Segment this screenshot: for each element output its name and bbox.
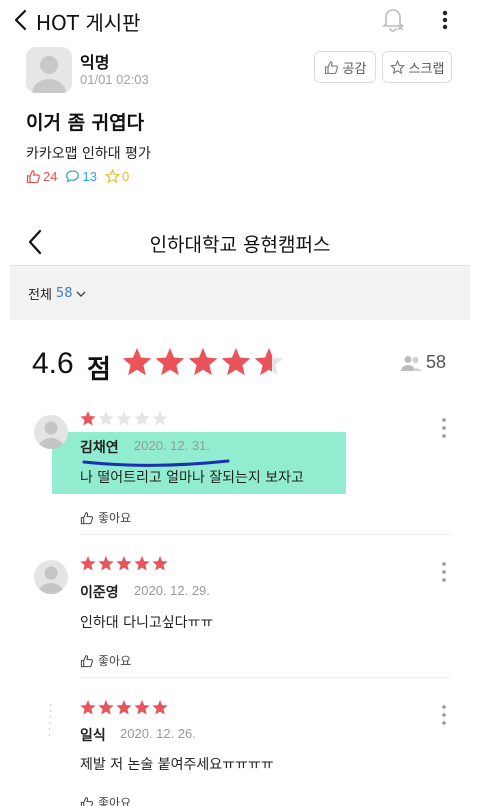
review-divider bbox=[80, 534, 450, 535]
rating-unit: 점 bbox=[87, 355, 111, 385]
review-text: 인하대 다니고싶다ㅠㅠ bbox=[80, 615, 214, 631]
comment-stat: 13 bbox=[65, 169, 97, 184]
reviewer-avatar bbox=[34, 415, 68, 449]
post-author: 익명 bbox=[80, 53, 110, 72]
star-filled-icon bbox=[152, 556, 168, 571]
review-date: 2020. 12. 31. bbox=[134, 438, 210, 453]
scrap-stat: 0 bbox=[104, 169, 130, 184]
like-button-label: 공감 bbox=[342, 61, 367, 77]
star-filled-icon bbox=[80, 411, 96, 426]
back-arrow-icon[interactable] bbox=[10, 6, 36, 34]
chevron-down-icon bbox=[76, 290, 86, 298]
board-title: HOT 게시판 bbox=[36, 11, 141, 35]
review-text: 나 떨어트리고 얼마나 잘되는지 보자고 bbox=[80, 470, 304, 486]
review-like-button: 좋아요 bbox=[80, 509, 131, 526]
star-empty-icon bbox=[116, 411, 132, 426]
star-empty-icon bbox=[134, 411, 150, 426]
reviewer-count-value: 58 bbox=[426, 352, 447, 372]
star-filled-icon bbox=[188, 348, 218, 376]
review-stars bbox=[80, 411, 168, 426]
review-stars bbox=[80, 556, 168, 571]
star-filled-icon bbox=[98, 556, 114, 571]
average-rating-stars bbox=[122, 348, 284, 376]
like-button[interactable]: 공감 bbox=[314, 51, 376, 83]
review-divider bbox=[80, 677, 450, 678]
star-filled-icon bbox=[116, 700, 132, 715]
star-filled-icon bbox=[80, 700, 96, 715]
star-filled-icon bbox=[122, 348, 152, 376]
review-stars bbox=[80, 700, 168, 715]
filter-count: 58 bbox=[55, 286, 73, 301]
post-stats: 24 13 0 bbox=[26, 169, 137, 184]
comment-count: 13 bbox=[82, 169, 97, 184]
review-filter: 전체 58 bbox=[28, 284, 86, 303]
star-filled-icon bbox=[80, 556, 96, 571]
reviewer-name: 이준영 bbox=[80, 585, 119, 601]
thumbs-up-icon bbox=[80, 654, 94, 668]
reviewer-name: 김채연 bbox=[80, 440, 119, 456]
like-count: 24 bbox=[43, 169, 58, 184]
star-outline-icon bbox=[389, 59, 405, 75]
place-title: 인하대학교 용현캠퍼스 bbox=[149, 234, 331, 256]
comment-icon bbox=[65, 169, 80, 184]
reviewer-count: 58 bbox=[400, 352, 446, 373]
thumbs-up-icon bbox=[26, 169, 41, 184]
embedded-map-screenshot: 인하대학교 용현캠퍼스 전체 58 4.6 점 58 김채연 2020. 12.… bbox=[10, 210, 470, 806]
thumbs-up-icon bbox=[80, 511, 94, 525]
star-outline-icon bbox=[104, 169, 120, 184]
thumbs-up-icon bbox=[80, 796, 94, 806]
star-filled-icon bbox=[152, 700, 168, 715]
star-empty-icon bbox=[152, 411, 168, 426]
star-filled-icon bbox=[116, 556, 132, 571]
thumbs-up-icon bbox=[324, 60, 339, 75]
post-title: 이거 좀 귀엽다 bbox=[26, 112, 145, 134]
post-timestamp: 01/01 02:03 bbox=[80, 72, 149, 87]
star-filled-icon bbox=[155, 348, 185, 376]
reviewer-avatar bbox=[46, 702, 54, 742]
author-avatar bbox=[26, 47, 72, 93]
average-rating: 4.6 bbox=[32, 347, 74, 380]
review-date: 2020. 12. 26. bbox=[120, 726, 196, 741]
people-icon bbox=[400, 355, 422, 371]
review-like-label: 좋아요 bbox=[98, 796, 132, 806]
notification-off-icon[interactable] bbox=[380, 5, 406, 33]
more-vertical-icon bbox=[440, 704, 448, 726]
review-text: 제발 저 논술 붙여주세요ㅠㅠㅠㅠ bbox=[80, 757, 274, 773]
scrap-button[interactable]: 스크랩 bbox=[382, 51, 452, 83]
post-body: 카카오맵 인하대 평가 bbox=[26, 146, 151, 162]
review-like-button: 좋아요 bbox=[80, 652, 131, 669]
filter-bar: 전체 58 bbox=[10, 265, 470, 320]
like-stat: 24 bbox=[26, 169, 57, 184]
scrap-count: 0 bbox=[121, 169, 130, 184]
scrap-button-label: 스크랩 bbox=[408, 61, 445, 77]
filter-label: 전체 bbox=[28, 288, 52, 303]
star-filled-icon bbox=[98, 700, 114, 715]
star-empty-icon bbox=[98, 411, 114, 426]
reviewer-name: 일식 bbox=[80, 728, 106, 744]
review-like-button: 좋아요 bbox=[80, 794, 131, 806]
star-filled-icon bbox=[221, 348, 251, 376]
review-like-label: 좋아요 bbox=[98, 511, 132, 525]
more-vertical-icon bbox=[440, 417, 448, 439]
reviewer-avatar bbox=[34, 560, 68, 594]
review-date: 2020. 12. 29. bbox=[134, 583, 210, 598]
star-filled-icon bbox=[134, 700, 150, 715]
review-like-label: 좋아요 bbox=[98, 654, 132, 668]
star-filled-icon bbox=[134, 556, 150, 571]
more-vertical-icon bbox=[440, 561, 448, 583]
more-vertical-icon[interactable] bbox=[438, 7, 452, 33]
